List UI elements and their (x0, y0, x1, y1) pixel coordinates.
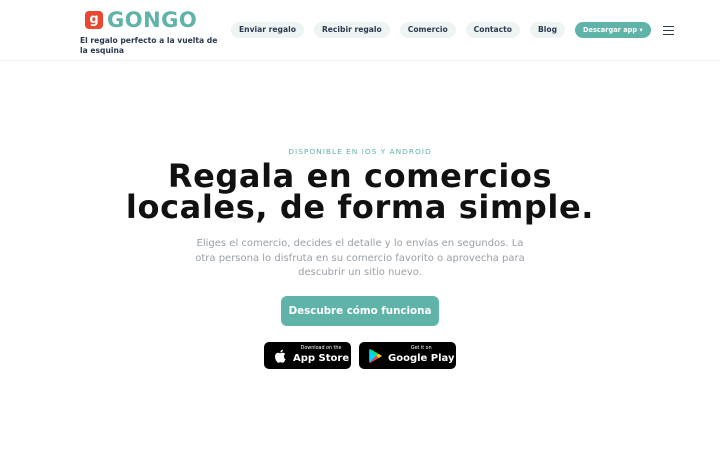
app-store-text: Download on the App Store (293, 346, 350, 364)
nav-enviar-regalo[interactable]: Enviar regalo (231, 22, 304, 38)
google-play-small-text: Get it on (410, 346, 432, 352)
hero-headline: Regala en comercios locales, de forma si… (0, 160, 720, 226)
nav-recibir-regalo[interactable]: Recibir regalo (313, 22, 390, 38)
site-header: g GONGO El regalo perfecto a la vuelta d… (0, 0, 720, 61)
google-play-label: Google Play (388, 352, 455, 364)
how-it-works-button[interactable]: Descubre cómo funciona (281, 296, 439, 326)
logo-mark-icon: g (85, 11, 103, 29)
app-store-small-text: Download on the (300, 346, 342, 352)
logo-wordmark: GONGO (107, 8, 198, 32)
hamburger-menu-icon[interactable] (662, 25, 674, 36)
nav-blog[interactable]: Blog (529, 22, 566, 38)
hero-headline-line-2: locales, de forma simple. (125, 188, 595, 226)
platform-eyebrow: DISPONIBLE EN IOS Y ANDROID (288, 147, 432, 156)
brand: g GONGO El regalo perfecto a la vuelta d… (80, 8, 225, 56)
apple-icon (273, 349, 287, 363)
hero-subtitle: Eliges el comercio, decides el detalle y… (195, 238, 525, 279)
app-store-badge[interactable]: Download on the App Store (264, 342, 351, 369)
google-play-text: Get it on Google Play (388, 346, 455, 364)
download-app-button[interactable]: Descargar app ▾ (575, 22, 651, 38)
nav-comercio[interactable]: Comercio (399, 22, 456, 38)
app-store-label: App Store (293, 352, 350, 364)
google-play-badge[interactable]: Get it on Google Play (359, 342, 456, 369)
brand-tagline: El regalo perfecto a la vuelta de la esq… (80, 36, 218, 55)
logo[interactable]: g GONGO (80, 8, 225, 32)
main-nav: Enviar regalo Recibir regalo Comercio Co… (231, 22, 674, 38)
nav-contacto[interactable]: Contacto (465, 22, 520, 38)
google-play-icon (368, 348, 382, 363)
